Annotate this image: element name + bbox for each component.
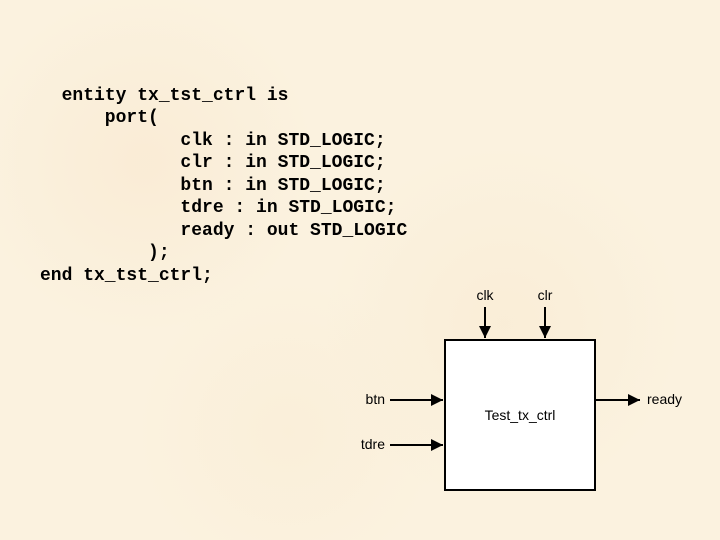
code-line: clk : in STD_LOGIC; bbox=[40, 131, 386, 151]
code-line: entity tx_tst_ctrl is bbox=[62, 86, 289, 106]
port-label-btn: btn bbox=[366, 391, 385, 407]
code-line: clr : in STD_LOGIC; bbox=[40, 153, 386, 173]
code-line: ready : out STD_LOGIC bbox=[40, 221, 407, 241]
code-line: end tx_tst_ctrl; bbox=[40, 266, 213, 286]
port-label-clr: clr bbox=[538, 287, 553, 303]
vhdl-entity-code: entity tx_tst_ctrl is port( clk : in STD… bbox=[40, 62, 407, 287]
port-label-tdre: tdre bbox=[361, 436, 385, 452]
code-line: port( bbox=[40, 108, 159, 128]
code-line: ); bbox=[40, 243, 170, 263]
entity-label: Test_tx_ctrl bbox=[485, 407, 556, 423]
code-line: btn : in STD_LOGIC; bbox=[40, 176, 386, 196]
port-label-clk: clk bbox=[476, 287, 494, 303]
port-label-ready: ready bbox=[647, 391, 682, 407]
code-line: tdre : in STD_LOGIC; bbox=[40, 198, 396, 218]
block-diagram: Test_tx_ctrl clk clr btn tdre ready bbox=[335, 280, 685, 540]
